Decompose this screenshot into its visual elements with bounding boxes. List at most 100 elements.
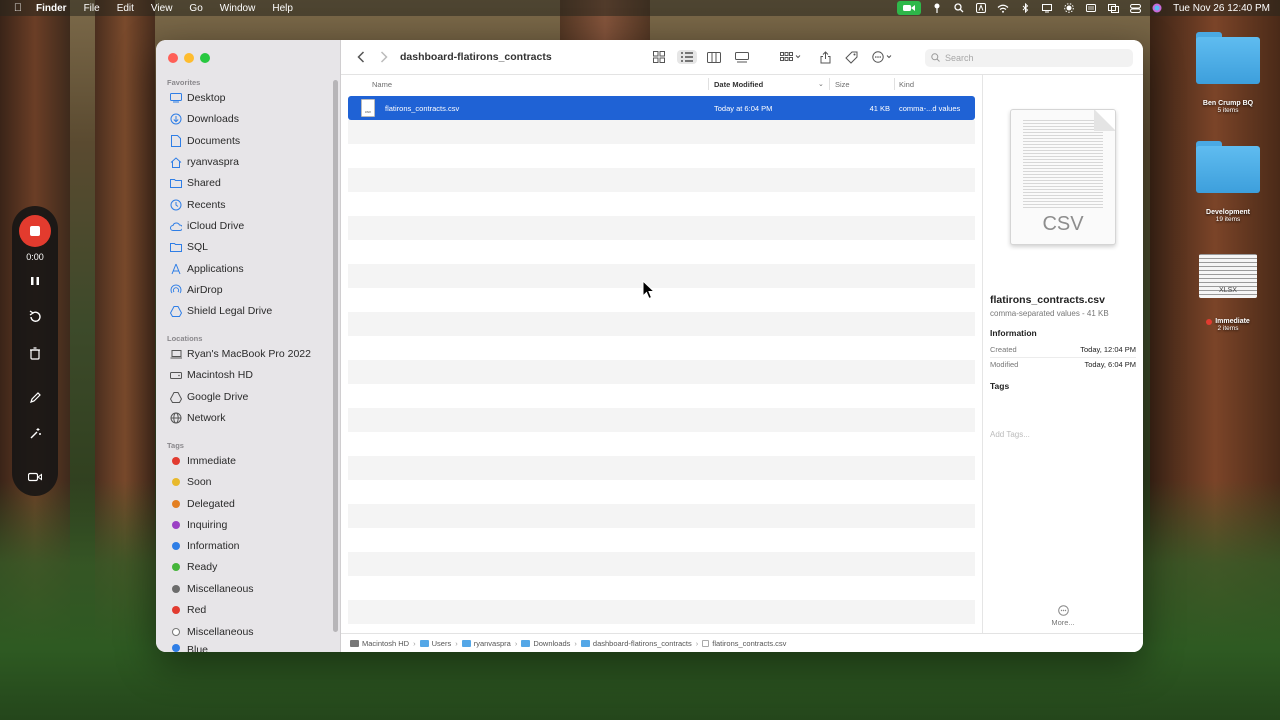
- list-view-icon[interactable]: [677, 50, 697, 64]
- path-segment[interactable]: ryanvaspra: [461, 639, 511, 648]
- sidebar-item-macintosh-hd[interactable]: Macintosh HD: [170, 366, 253, 384]
- path-segment[interactable]: flatirons_contracts.csv: [702, 639, 786, 648]
- tag-icon[interactable]: [843, 50, 859, 64]
- brightness-icon[interactable]: [1063, 3, 1075, 13]
- sidebar-tag-information[interactable]: Information: [170, 537, 240, 555]
- menu-clock[interactable]: Tue Nov 26 12:40 PM: [1173, 3, 1270, 14]
- preview-pane: CSV flatirons_contracts.csv comma-separa…: [982, 75, 1143, 633]
- sidebar-item-home[interactable]: ryanvaspra: [170, 153, 239, 171]
- desktop-folder-ben-crump[interactable]: Ben Crump BQ 5 items: [1192, 32, 1264, 114]
- desktop-file-immediate[interactable]: XLSX Immediate 2 items: [1192, 254, 1264, 332]
- facetime-status-icon[interactable]: [897, 1, 922, 15]
- menu-help[interactable]: Help: [272, 3, 293, 14]
- text-input-icon[interactable]: [975, 3, 987, 13]
- sidebar-item-label: Immediate: [187, 455, 237, 467]
- pencil-icon[interactable]: [24, 386, 46, 408]
- sidebar-tag-inquiring[interactable]: Inquiring: [170, 516, 227, 534]
- empty-row: [348, 456, 975, 480]
- sidebar-item-desktop[interactable]: Desktop: [170, 89, 226, 107]
- pin-icon[interactable]: [931, 3, 943, 13]
- sidebar-tag-ready[interactable]: Ready: [170, 558, 217, 576]
- sort-chevron-icon: ⌄: [818, 81, 824, 88]
- stop-recording-button[interactable]: [19, 215, 51, 247]
- sidebar-item-documents[interactable]: Documents: [170, 132, 240, 150]
- camera-icon[interactable]: [24, 466, 46, 488]
- menu-bar:  Finder File Edit View Go Window Help T…: [0, 0, 1280, 16]
- wifi-icon[interactable]: [997, 3, 1009, 13]
- icon-view-icon[interactable]: [651, 50, 667, 64]
- column-view-icon[interactable]: [706, 50, 722, 64]
- forward-icon[interactable]: [376, 50, 392, 64]
- menu-window[interactable]: Window: [220, 3, 256, 14]
- column-header-size[interactable]: Size: [835, 80, 850, 89]
- close-window-button[interactable]: [168, 53, 178, 63]
- pause-icon[interactable]: [24, 270, 46, 292]
- menu-app-finder[interactable]: Finder: [36, 3, 67, 14]
- sidebar-item-shared[interactable]: Shared: [170, 174, 221, 192]
- sidebar-item-shield-legal-drive[interactable]: Shield Legal Drive: [170, 302, 272, 320]
- sidebar-item-downloads[interactable]: Downloads: [170, 110, 239, 128]
- sidebar-item-icloud-drive[interactable]: iCloud Drive: [170, 217, 244, 235]
- back-icon[interactable]: [353, 50, 369, 64]
- sidebar-item-network[interactable]: Network: [170, 409, 226, 427]
- column-header-date-modified[interactable]: Date Modified: [714, 80, 763, 89]
- sidebar-item-applications[interactable]: Applications: [170, 260, 244, 278]
- screen-mirroring-icon[interactable]: [1107, 3, 1119, 13]
- apple-menu-icon[interactable]: : [0, 2, 36, 14]
- column-header-name[interactable]: Name: [372, 80, 392, 89]
- group-by-icon[interactable]: [779, 50, 803, 64]
- path-segment[interactable]: Downloads: [521, 639, 570, 648]
- sidebar-item-macbook[interactable]: Ryan's MacBook Pro 2022: [170, 345, 311, 363]
- sidebar-item-recents[interactable]: Recents: [170, 196, 226, 214]
- menu-go[interactable]: Go: [189, 3, 202, 14]
- bluetooth-icon[interactable]: [1019, 3, 1031, 13]
- menu-edit[interactable]: Edit: [117, 3, 134, 14]
- sidebar-item-sql[interactable]: SQL: [170, 238, 208, 256]
- document-icon: [170, 135, 182, 147]
- desktop-folder-development[interactable]: Development 19 items: [1192, 141, 1264, 223]
- tag-color-dot: [172, 585, 180, 593]
- sidebar-item-airdrop[interactable]: AirDrop: [170, 281, 223, 299]
- add-tags-field[interactable]: Add Tags...: [990, 430, 1030, 439]
- table-row[interactable]: csv flatirons_contracts.csv Today at 6:0…: [348, 96, 975, 120]
- sidebar-tag-miscellaneous-2[interactable]: Miscellaneous: [170, 623, 254, 641]
- siri-icon[interactable]: [1151, 3, 1163, 13]
- column-header-kind[interactable]: Kind: [899, 80, 914, 89]
- sidebar-tag-miscellaneous[interactable]: Miscellaneous: [170, 580, 254, 598]
- keyboard-icon[interactable]: [1085, 3, 1097, 13]
- sidebar-tag-immediate[interactable]: Immediate: [170, 452, 236, 470]
- path-segment[interactable]: Macintosh HD: [350, 639, 409, 648]
- sidebar-tag-red[interactable]: Red: [170, 601, 206, 619]
- sidebar-item-google-drive[interactable]: Google Drive: [170, 388, 248, 406]
- more-actions-icon[interactable]: [871, 50, 897, 64]
- control-center-icon[interactable]: [1129, 3, 1141, 13]
- preview-created-label: Created: [990, 345, 1017, 354]
- sidebar-tag-soon[interactable]: Soon: [170, 473, 212, 491]
- display-icon[interactable]: [1041, 3, 1053, 13]
- sidebar-scrollbar[interactable]: [333, 80, 338, 632]
- trash-icon[interactable]: [24, 342, 46, 364]
- search-status-icon[interactable]: [953, 3, 965, 13]
- path-segment[interactable]: dashboard-flatirons_contracts: [580, 639, 692, 648]
- menu-view[interactable]: View: [151, 3, 173, 14]
- path-segment[interactable]: Users: [419, 639, 451, 648]
- empty-row: [348, 216, 975, 240]
- restart-icon[interactable]: [24, 306, 46, 328]
- empty-row: [348, 144, 975, 168]
- sidebar-tag-delegated[interactable]: Delegated: [170, 495, 235, 513]
- sidebar-item-label: Miscellaneous: [187, 626, 254, 638]
- preview-more-button[interactable]: More...: [983, 618, 1143, 627]
- minimize-window-button[interactable]: [184, 53, 194, 63]
- zoom-window-button[interactable]: [200, 53, 210, 63]
- gallery-view-icon[interactable]: [734, 50, 750, 64]
- menu-file[interactable]: File: [84, 3, 100, 14]
- sidebar-tag-blue[interactable]: Blue: [170, 644, 208, 652]
- sidebar-item-label: iCloud Drive: [187, 220, 245, 232]
- window-controls: [168, 53, 210, 63]
- cloud-icon: [170, 220, 182, 232]
- search-field[interactable]: Search: [925, 49, 1133, 67]
- share-icon[interactable]: [817, 50, 833, 64]
- downloads-icon: [170, 113, 182, 125]
- magic-wand-icon[interactable]: [24, 422, 46, 444]
- empty-row: [348, 384, 975, 408]
